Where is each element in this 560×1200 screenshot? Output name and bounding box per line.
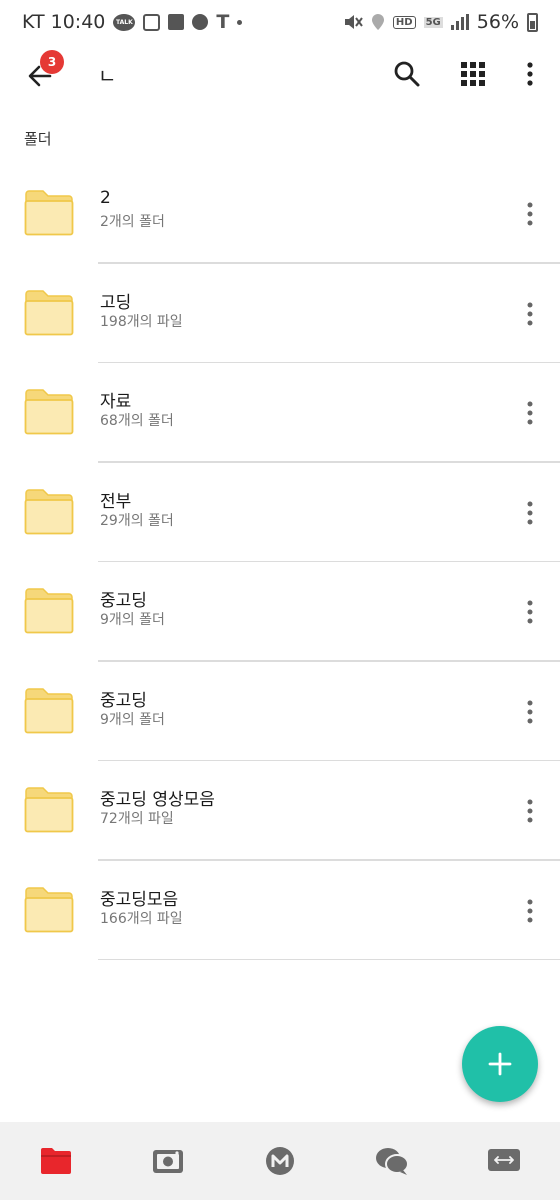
more-vert-icon (527, 799, 533, 823)
grid-view-icon (461, 62, 485, 86)
folder-meta: 29개의 폴더 (100, 512, 174, 529)
folder-meta: 2개의 폴더 (100, 214, 165, 230)
hd-voice-icon: HD (392, 15, 416, 29)
folder-name: 중고딩 영상모음 (100, 790, 215, 810)
transfer-icon (488, 1149, 520, 1171)
camera-icon (153, 1150, 183, 1173)
folder-row[interactable]: 전부 29개의 폴더 (0, 463, 560, 562)
folder-meta: 166개의 파일 (100, 910, 183, 927)
folder-more-button[interactable] (514, 495, 546, 531)
nav-files[interactable] (26, 1131, 86, 1191)
folder-meta: 198개의 파일 (100, 313, 183, 330)
nav-chat[interactable] (362, 1131, 422, 1191)
m-icon (266, 1147, 294, 1175)
more-vert-icon (527, 401, 533, 425)
folder-row[interactable]: 고딩 198개의 파일 (0, 264, 560, 363)
signal-icon (450, 14, 469, 30)
more-vert-icon (527, 700, 533, 723)
folder-icon (24, 588, 74, 634)
plus-icon (488, 1052, 512, 1076)
search-button[interactable] (385, 52, 429, 96)
folder-name: 중고딩모음 (100, 889, 179, 910)
kakaotalk-icon: TALK (113, 13, 136, 31)
chat-icon (376, 1148, 409, 1175)
folder-more-button[interactable] (514, 395, 546, 431)
folder-icon (24, 289, 74, 335)
search-icon (394, 61, 420, 87)
t-app-icon: T (216, 11, 230, 33)
network-5g-icon: 5G (423, 16, 443, 28)
more-vert-icon (527, 302, 533, 325)
folder-more-button[interactable] (514, 793, 546, 829)
bottom-nav (0, 1122, 560, 1200)
note-icon (168, 14, 185, 30)
folder-name: 중고딩 (100, 690, 147, 711)
folder-row[interactable]: 중고딩 9개의 폴더 (0, 562, 560, 662)
folder-icon (24, 488, 74, 534)
folder-more-button[interactable] (514, 296, 546, 332)
more-vert-icon (527, 501, 533, 524)
add-fab-button[interactable] (462, 1026, 538, 1102)
folder-meta: 72개의 파일 (100, 811, 174, 827)
folder-row[interactable]: 중고딩모음 166개의 파일 (0, 861, 560, 960)
nav-transfer[interactable] (474, 1131, 534, 1191)
chat-bubble-icon (192, 14, 209, 30)
location-icon (371, 13, 385, 31)
mute-icon (343, 13, 363, 31)
page-title: ㄴ (98, 64, 117, 88)
battery-percent: 56% (476, 11, 519, 33)
folder-icon (24, 787, 74, 833)
folder-name: 중고딩 (100, 591, 147, 611)
folder-row[interactable]: 2 2개의 폴더 (0, 164, 560, 264)
folder-icon (24, 389, 74, 435)
folder-more-button[interactable] (514, 694, 546, 730)
message-icon (143, 13, 161, 31)
status-left: KT 10:40 TALK T (22, 11, 243, 33)
folder-row[interactable]: 중고딩 영상모음 72개의 파일 (0, 761, 560, 861)
notification-badge: 3 (40, 50, 64, 74)
folder-meta: 9개의 폴더 (100, 711, 165, 728)
more-vert-icon (527, 600, 533, 624)
folder-row[interactable]: 자료 68개의 폴더 (0, 363, 560, 463)
status-bar: KT 10:40 TALK T HD 5G 56% (0, 0, 560, 44)
folder-row[interactable]: 중고딩 9개의 폴더 (0, 662, 560, 761)
more-vert-icon (527, 202, 533, 226)
section-label: 폴더 (24, 130, 52, 148)
battery-icon (527, 12, 538, 32)
more-vert-icon (527, 62, 533, 86)
folder-more-button[interactable] (514, 594, 546, 630)
folder-name: 고딩 (100, 292, 132, 313)
folder-icon (24, 687, 74, 733)
nav-camera[interactable] (138, 1131, 198, 1191)
folder-name: 2 (100, 188, 111, 208)
nav-m[interactable] (250, 1131, 310, 1191)
folder-meta: 68개의 폴더 (100, 413, 174, 429)
app-bar: 3 ㄴ (0, 44, 560, 104)
folder-list: 2 2개의 폴더 고딩 198개의 파일 자료 68개의 폴더 전부 29개의 … (0, 164, 560, 960)
folder-more-button[interactable] (514, 893, 546, 929)
folder-icon (41, 1148, 71, 1174)
more-vert-icon (527, 899, 533, 922)
grid-view-button[interactable] (451, 52, 495, 96)
more-options-button[interactable] (508, 52, 552, 96)
row-divider (98, 958, 560, 960)
folder-name: 전부 (100, 491, 132, 512)
folder-icon (24, 886, 74, 932)
status-right: HD 5G 56% (343, 11, 538, 33)
folder-more-button[interactable] (514, 196, 546, 232)
folder-icon (24, 190, 74, 236)
carrier-time: KT 10:40 (22, 11, 106, 33)
folder-meta: 9개의 폴더 (100, 612, 165, 628)
more-notifications-icon (237, 19, 243, 25)
folder-name: 자료 (100, 392, 132, 412)
